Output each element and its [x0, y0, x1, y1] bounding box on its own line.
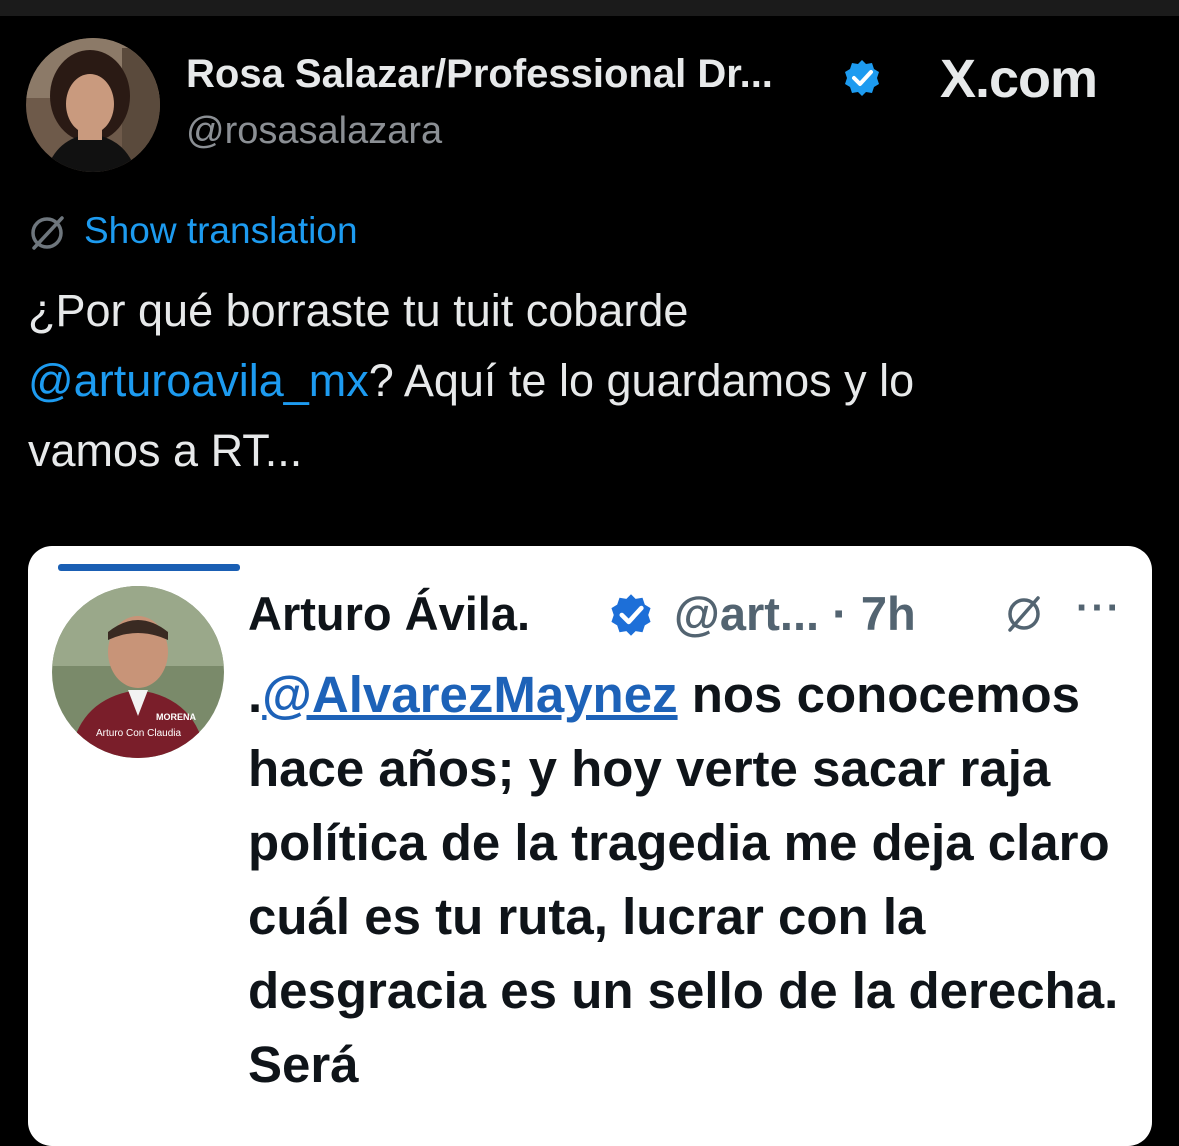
quoted-translate-icon — [1008, 596, 1040, 632]
show-translation-link[interactable]: Show translation — [84, 210, 358, 252]
quoted-prefix: . — [248, 666, 263, 723]
quoted-author-avatar: Arturo Con Claudia MORENA — [52, 586, 224, 758]
translate-globe-icon — [31, 216, 64, 250]
author-avatar[interactable] — [26, 38, 160, 172]
avatar-badge: MORENA — [156, 712, 196, 722]
author-display-name[interactable]: Rosa Salazar/Professional Dr... — [186, 52, 773, 97]
tweet-text: ¿Por qué borraste tu tuit cobarde @arturo… — [28, 276, 1148, 486]
attached-image-card[interactable]: Arturo Con Claudia MORENA Arturo Ávila. … — [28, 546, 1152, 1146]
quoted-tweet-text: .@AlvarezMaynez nos conocemos hace años;… — [248, 658, 1138, 1102]
tweet-mention-link[interactable]: @arturoavila_mx — [28, 355, 369, 406]
more-dots-icon: ··· — [1076, 586, 1122, 630]
top-status-bar — [0, 0, 1179, 16]
tweet-line-3: vamos a RT... — [28, 425, 303, 476]
author-handle[interactable]: @rosasalazara — [186, 110, 442, 153]
tweet-line-2: ? Aquí te lo guardamos y lo — [368, 355, 915, 406]
tweet-line-1: ¿Por qué borraste tu tuit cobarde — [28, 285, 689, 336]
site-logo: X.com — [940, 49, 1098, 109]
quoted-mention: @AlvarezMaynez — [262, 666, 678, 723]
quoted-author-name: Arturo Ávila. — [248, 587, 531, 640]
card-top-bar — [58, 564, 240, 571]
quoted-body: nos conocemos hace años; y hoy verte sac… — [248, 666, 1119, 1093]
quoted-handle-time: @art... · 7h — [674, 587, 916, 640]
quoted-verified-badge-icon — [611, 594, 651, 636]
verified-badge-icon — [845, 60, 879, 96]
avatar-caption: Arturo Con Claudia — [96, 728, 181, 739]
